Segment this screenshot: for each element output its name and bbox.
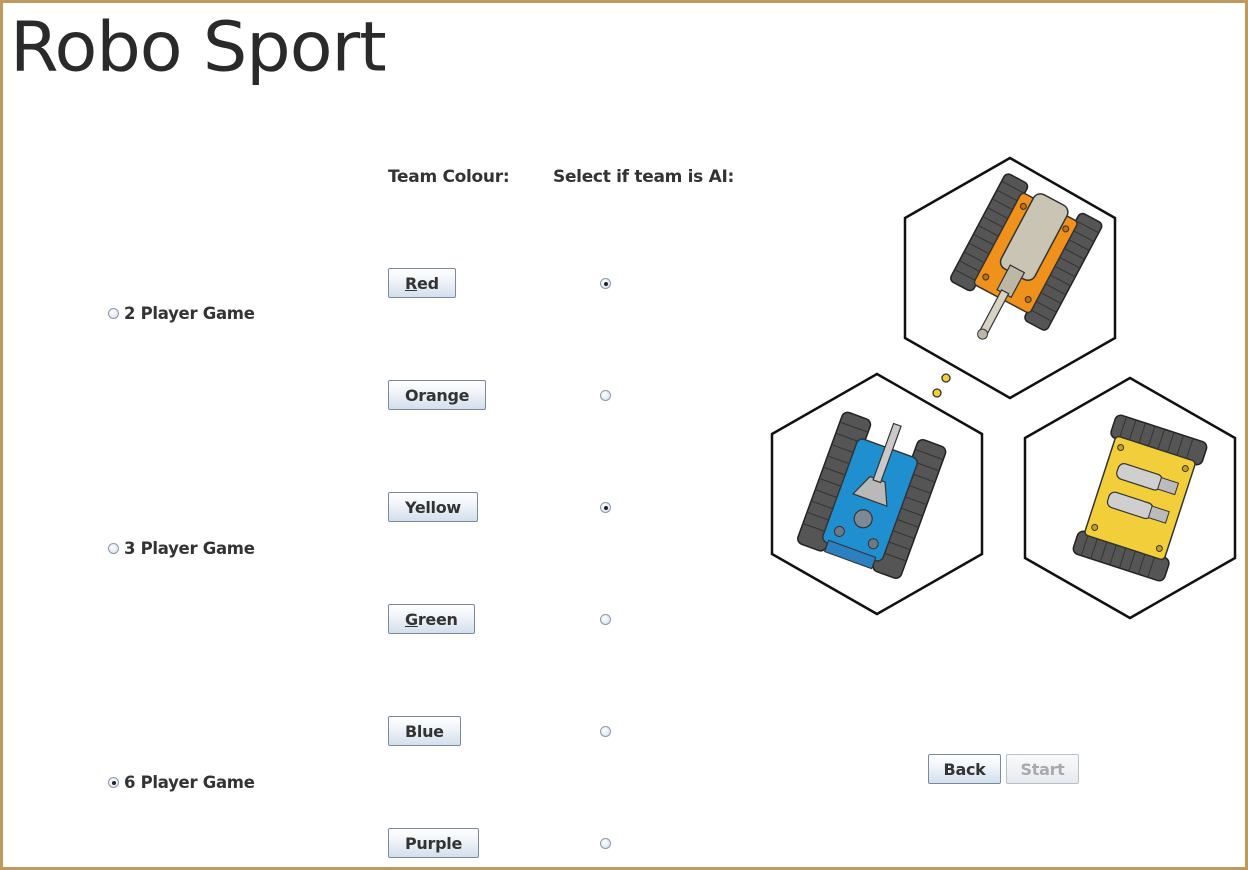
yellow-tank-icon: [1023, 376, 1237, 620]
team-button-red[interactable]: Red: [388, 268, 456, 298]
team-button-label: Purple: [405, 833, 462, 853]
mnemonic-char: R: [405, 273, 418, 293]
radio-label: 6 Player Game: [124, 773, 255, 792]
radio-circle[interactable]: [108, 308, 119, 319]
radio-label: 3 Player Game: [124, 539, 255, 558]
mnemonic-char: G: [405, 609, 418, 629]
radio-2-player[interactable]: 2 Player Game: [108, 304, 255, 323]
ai-radio-red[interactable]: [600, 278, 611, 289]
orange-tank-icon: [903, 156, 1117, 400]
ai-radio-blue[interactable]: [600, 726, 611, 737]
blue-tank-icon: [770, 372, 984, 616]
radio-3-player[interactable]: 3 Player Game: [108, 539, 255, 558]
team-colour-header: Team Colour:: [388, 167, 510, 187]
radio-circle[interactable]: [108, 543, 119, 554]
team-button-label: Blue: [405, 721, 444, 741]
team-button-green[interactable]: Green: [388, 604, 475, 634]
radio-circle[interactable]: [108, 777, 119, 788]
ai-radio-green[interactable]: [600, 614, 611, 625]
app-title: Robo Sport: [10, 6, 387, 88]
start-button[interactable]: Start: [1006, 754, 1079, 784]
team-button-label: Green: [405, 609, 458, 629]
ai-select-header: Select if team is AI:: [553, 167, 734, 187]
radio-6-player[interactable]: 6 Player Game: [108, 773, 255, 792]
back-button[interactable]: Back: [928, 754, 1001, 784]
ai-radio-orange[interactable]: [600, 390, 611, 401]
team-button-label: Red: [405, 273, 439, 293]
team-button-yellow[interactable]: Yellow: [388, 492, 478, 522]
team-button-purple[interactable]: Purple: [388, 828, 479, 858]
team-button-orange[interactable]: Orange: [388, 380, 487, 410]
radio-label: 2 Player Game: [124, 304, 255, 323]
team-button-blue[interactable]: Blue: [388, 716, 461, 746]
ai-radio-purple[interactable]: [600, 838, 611, 849]
team-button-label: Orange: [405, 385, 470, 405]
team-button-label: Yellow: [405, 497, 461, 517]
ai-radio-yellow[interactable]: [600, 502, 611, 513]
robots-illustration: [770, 156, 1237, 620]
